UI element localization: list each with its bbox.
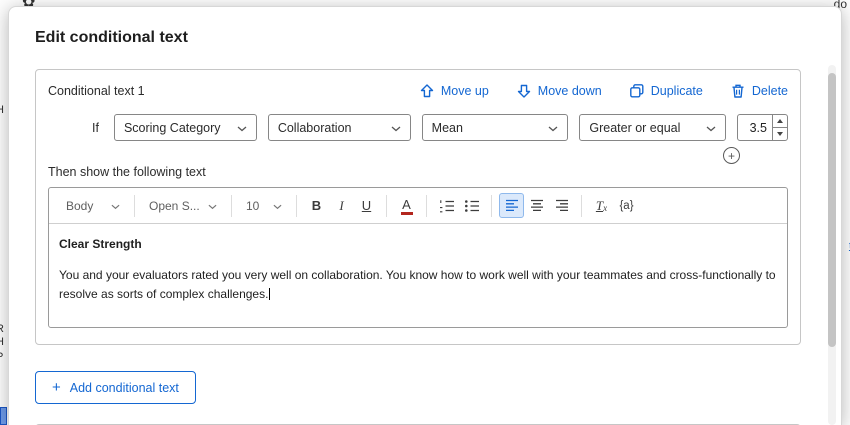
panel-actions: Move up Move down Duplicate	[419, 83, 788, 99]
chevron-down-icon	[706, 121, 716, 135]
operator-select[interactable]: Greater or equal	[579, 114, 726, 141]
text-cursor	[269, 288, 270, 300]
duplicate-icon	[629, 83, 645, 99]
piped-text-button[interactable]: {a}	[614, 193, 639, 218]
scoring-category-value: Scoring Category	[124, 121, 221, 135]
paragraph-style-value: Body	[66, 199, 93, 213]
stepper-up-button[interactable]	[773, 115, 787, 127]
align-right-button[interactable]	[549, 193, 574, 218]
editor-body-text: You and your evaluators rated you very w…	[59, 268, 776, 301]
scoring-category-select[interactable]: Scoring Category	[114, 114, 257, 141]
add-condition-row: +	[48, 147, 788, 165]
align-left-button[interactable]	[499, 193, 524, 218]
operator-value: Greater or equal	[589, 121, 680, 135]
plus-icon: +	[728, 150, 735, 162]
editor-heading-text: Clear Strength	[59, 237, 777, 251]
italic-button[interactable]: I	[329, 193, 354, 218]
metric-select[interactable]: Mean	[422, 114, 569, 141]
text-color-swatch	[401, 212, 413, 215]
toolbar-divider	[296, 195, 297, 217]
conditional-text-label: Conditional text 1	[48, 84, 145, 98]
scrollbar-thumb[interactable]	[828, 73, 836, 347]
paragraph-style-select[interactable]: Body	[59, 194, 127, 218]
dialog-title: Edit conditional text	[9, 7, 841, 63]
condition-row: If Scoring Category Collaboration Mean G…	[48, 114, 788, 141]
move-down-button[interactable]: Move down	[516, 83, 602, 99]
bullet-list-button[interactable]	[459, 193, 484, 218]
edit-conditional-text-dialog: Edit conditional text Conditional text 1…	[8, 6, 842, 425]
chevron-down-icon	[111, 199, 120, 213]
scrollbar-track[interactable]	[828, 65, 836, 425]
move-down-icon	[516, 83, 532, 99]
underline-button[interactable]: U	[354, 193, 379, 218]
toolbar-divider	[491, 195, 492, 217]
delete-button[interactable]: Delete	[730, 83, 788, 99]
background-selected-cell	[0, 407, 7, 425]
background-text-fragment: H	[0, 104, 4, 116]
if-label: If	[92, 121, 99, 135]
metric-value: Mean	[432, 121, 463, 135]
move-up-label: Move up	[441, 84, 489, 98]
threshold-input[interactable]: 3.5	[737, 114, 788, 141]
clear-formatting-button[interactable]: Tx	[589, 193, 614, 218]
chevron-down-icon	[273, 199, 282, 213]
toolbar-divider	[386, 195, 387, 217]
text-color-letter: A	[402, 198, 411, 211]
font-family-value: Open S...	[149, 199, 200, 213]
font-family-select[interactable]: Open S...	[142, 194, 224, 218]
triangle-up-icon	[777, 119, 783, 123]
category-item-value: Collaboration	[278, 121, 352, 135]
chevron-down-icon	[391, 121, 401, 135]
number-stepper	[772, 115, 787, 140]
add-conditional-text-label: Add conditional text	[70, 381, 179, 395]
add-conditional-text-button[interactable]: + Add conditional text	[35, 371, 196, 404]
chevron-down-icon	[548, 121, 558, 135]
font-size-value: 10	[246, 199, 259, 213]
clear-formatting-x: x	[603, 203, 607, 213]
conditional-text-panel: Conditional text 1 Move up Move down	[35, 69, 801, 345]
toolbar-divider	[231, 195, 232, 217]
editor-paragraph: You and your evaluators rated you very w…	[59, 266, 777, 303]
background-text-fragment: H	[0, 336, 4, 348]
ordered-list-button[interactable]	[434, 193, 459, 218]
toolbar-divider	[581, 195, 582, 217]
editor-toolbar: Body Open S... 10 B I	[49, 188, 787, 224]
move-up-button[interactable]: Move up	[419, 83, 489, 99]
add-condition-button[interactable]: +	[723, 147, 740, 164]
font-size-select[interactable]: 10	[239, 194, 289, 218]
toolbar-divider	[426, 195, 427, 217]
rich-text-editor: Body Open S... 10 B I	[48, 187, 788, 328]
chevron-down-icon	[208, 199, 217, 213]
align-center-button[interactable]	[524, 193, 549, 218]
dialog-body: Conditional text 1 Move up Move down	[9, 63, 841, 425]
triangle-down-icon	[777, 132, 783, 136]
panel-header: Conditional text 1 Move up Move down	[48, 83, 788, 99]
text-color-button[interactable]: A	[394, 193, 419, 218]
category-item-select[interactable]: Collaboration	[268, 114, 411, 141]
duplicate-label: Duplicate	[651, 84, 703, 98]
toolbar-divider	[134, 195, 135, 217]
editor-content-area[interactable]: Clear Strength You and your evaluators r…	[49, 224, 787, 327]
delete-label: Delete	[752, 84, 788, 98]
move-down-label: Move down	[538, 84, 602, 98]
threshold-value: 3.5	[738, 115, 772, 140]
stepper-down-button[interactable]	[773, 127, 787, 140]
chevron-down-icon	[237, 121, 247, 135]
bold-button[interactable]: B	[304, 193, 329, 218]
trash-icon	[730, 83, 746, 99]
duplicate-button[interactable]: Duplicate	[629, 83, 703, 99]
move-up-icon	[419, 83, 435, 99]
background-text-fragment: R	[0, 323, 4, 335]
plus-icon: +	[52, 380, 61, 395]
then-show-label: Then show the following text	[48, 165, 788, 179]
background-text-fragment: P	[0, 351, 3, 363]
